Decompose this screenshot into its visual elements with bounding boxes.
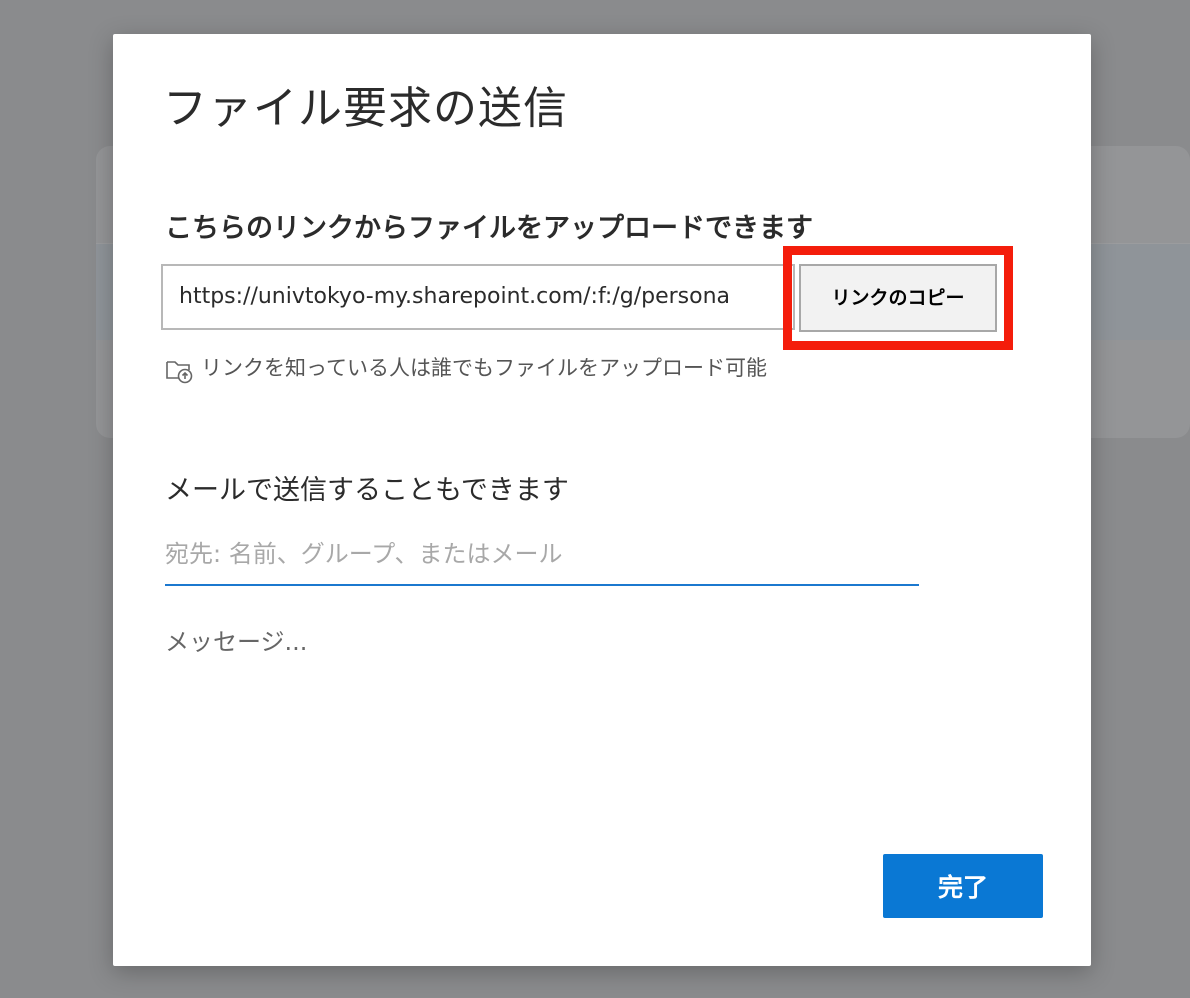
link-field[interactable]: https://univtokyo-my.sharepoint.com/:f:/…: [161, 264, 795, 330]
upload-heading: こちらのリンクからファイルをアップロードできます: [165, 213, 813, 244]
permission-text: リンクを知っている人は誰でもファイルをアップロード可能: [201, 356, 767, 380]
folder-upload-icon: [166, 361, 193, 384]
message-input[interactable]: [165, 622, 1035, 822]
file-request-dialog: ファイル要求の送信 こちらのリンクからファイルをアップロードできます https…: [113, 34, 1091, 966]
recipient-input[interactable]: [165, 530, 919, 586]
copy-link-button[interactable]: リンクのコピー: [799, 264, 997, 332]
email-heading: メールで送信することもできます: [165, 475, 569, 506]
permission-note: リンクを知っている人は誰でもファイルをアップロード可能: [165, 350, 767, 384]
link-url[interactable]: https://univtokyo-my.sharepoint.com/:f:/…: [179, 284, 730, 309]
dialog-title: ファイル要求の送信: [163, 83, 568, 134]
done-button[interactable]: 完了: [883, 854, 1043, 918]
